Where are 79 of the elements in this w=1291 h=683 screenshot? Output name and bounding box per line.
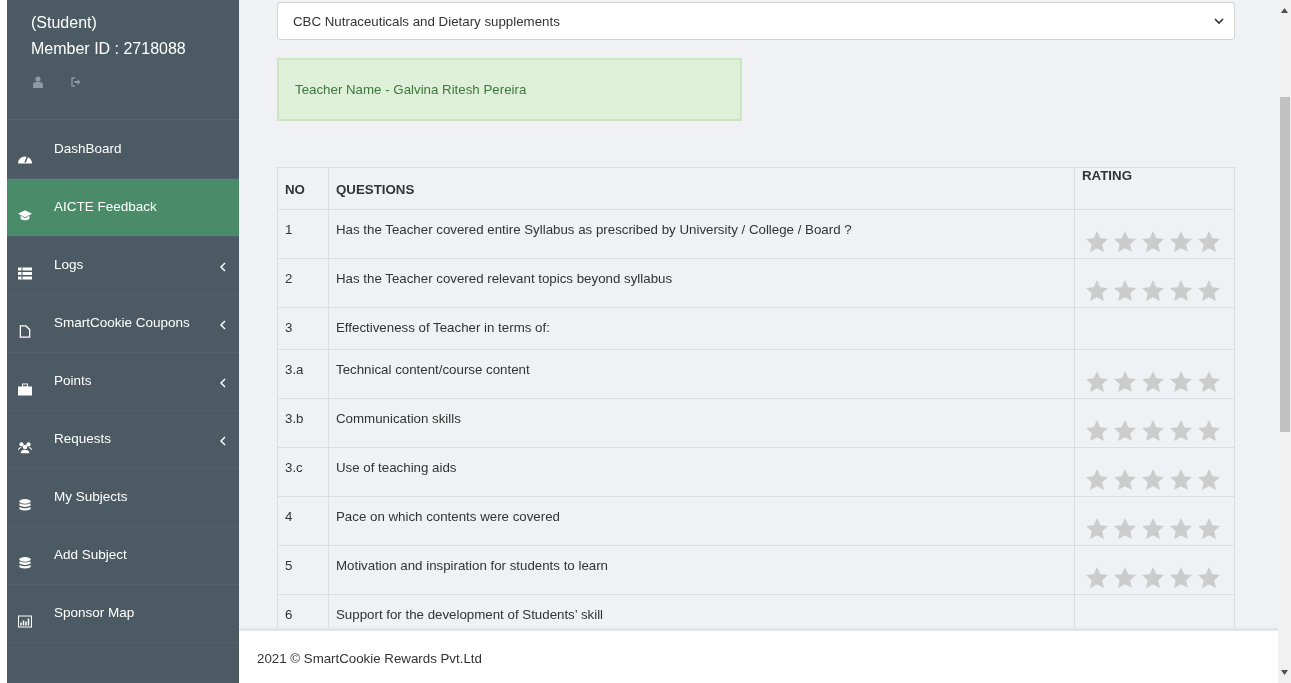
- star-icon[interactable]: [1142, 420, 1164, 441]
- table-cell: 1: [277, 209, 329, 259]
- star-icon[interactable]: [1170, 280, 1192, 301]
- star-icon[interactable]: [1114, 371, 1136, 392]
- table-cell: Motivation and inspiration for students to learn: [328, 545, 1075, 595]
- users-icon: [18, 441, 32, 454]
- table-cell: 3: [277, 307, 329, 350]
- star-icon[interactable]: [1170, 231, 1192, 252]
- star-icon[interactable]: [1198, 420, 1220, 441]
- scroll-up-icon[interactable]: [1281, 8, 1288, 13]
- table-cell: 5: [277, 545, 329, 595]
- star-icon[interactable]: [1114, 280, 1136, 301]
- star-icon[interactable]: [1170, 420, 1192, 441]
- star-icon[interactable]: [1142, 231, 1164, 252]
- star-icon[interactable]: [1114, 469, 1136, 490]
- database-icon: [18, 557, 32, 570]
- subject-dropdown[interactable]: CBC Nutraceuticals and Dietary supplements: [277, 2, 1235, 40]
- star-icon[interactable]: [1170, 469, 1192, 490]
- table-cell: 4: [277, 496, 329, 546]
- table-cell: 3.c: [277, 447, 329, 497]
- star-icon[interactable]: [1086, 518, 1108, 539]
- list-icon: [18, 267, 32, 280]
- chevron-left-icon: [220, 436, 226, 446]
- table-cell: Pace on which contents were covered: [328, 496, 1075, 546]
- scrollbar-thumb[interactable]: [1280, 97, 1290, 432]
- star-icon[interactable]: [1114, 420, 1136, 441]
- table-cell: 3.b: [277, 398, 329, 448]
- chevron-left-icon: [220, 320, 226, 330]
- scroll-down-icon[interactable]: [1281, 670, 1288, 675]
- table-cell: Technical content/course content: [328, 349, 1075, 399]
- star-icon[interactable]: [1198, 469, 1220, 490]
- briefcase-icon: [18, 383, 32, 396]
- star-icon[interactable]: [1086, 371, 1108, 392]
- star-icon[interactable]: [1086, 469, 1108, 490]
- star-icon[interactable]: [1142, 371, 1164, 392]
- star-icon[interactable]: [1114, 231, 1136, 252]
- user-icon[interactable]: [33, 76, 43, 88]
- star-icon[interactable]: [1142, 518, 1164, 539]
- table-cell: Effectiveness of Teacher in terms of:: [328, 307, 1075, 350]
- star-icon[interactable]: [1142, 469, 1164, 490]
- file-icon: [18, 325, 32, 338]
- table-cell: 2: [277, 258, 329, 308]
- user-role: (Student): [31, 13, 98, 33]
- scrollbar[interactable]: [1278, 0, 1291, 683]
- copyright-text: 2021 © SmartCookie Rewards Pvt.Ltd: [257, 651, 482, 666]
- star-icon[interactable]: [1086, 280, 1108, 301]
- table-cell: Has the Teacher covered entire Syllabus as prescribed by University / College / Board ?: [328, 209, 1075, 259]
- star-icon[interactable]: [1114, 518, 1136, 539]
- table-cell: Use of teaching aids: [328, 447, 1075, 497]
- member-id: Member ID : 2718088: [31, 39, 187, 59]
- star-icon[interactable]: [1086, 420, 1108, 441]
- star-icon[interactable]: [1198, 280, 1220, 301]
- table-cell: Has the Teacher covered relevant topics beyond syllabus: [328, 258, 1075, 308]
- sidebar-item[interactable]: AICTE Feedback: [7, 179, 239, 237]
- column-header: NO: [277, 167, 329, 210]
- star-icon[interactable]: [1086, 567, 1108, 588]
- bar-chart-icon: [18, 615, 32, 628]
- star-icon[interactable]: [1114, 567, 1136, 588]
- star-icon[interactable]: [1198, 231, 1220, 252]
- chevron-down-icon: [1214, 17, 1224, 25]
- star-icon[interactable]: [1086, 231, 1108, 252]
- star-icon[interactable]: [1198, 371, 1220, 392]
- star-icon[interactable]: [1198, 518, 1220, 539]
- chevron-left-icon: [220, 262, 226, 272]
- star-icon[interactable]: [1170, 371, 1192, 392]
- star-icon[interactable]: [1142, 280, 1164, 301]
- star-icon[interactable]: [1142, 567, 1164, 588]
- star-icon[interactable]: [1198, 567, 1220, 588]
- table-cell: Communication skills: [328, 398, 1075, 448]
- database-icon: [18, 499, 32, 512]
- logout-icon[interactable]: [71, 77, 81, 87]
- star-icon[interactable]: [1170, 567, 1192, 588]
- table-cell: 3.a: [277, 349, 329, 399]
- column-header: RATING: [1074, 167, 1235, 210]
- star-icon[interactable]: [1170, 518, 1192, 539]
- chevron-left-icon: [220, 378, 226, 388]
- graduation-cap-icon: [18, 209, 32, 222]
- column-header: QUESTIONS: [328, 167, 1075, 210]
- teacher-name-alert: Teacher Name - Galvina Ritesh Pereira: [277, 58, 742, 121]
